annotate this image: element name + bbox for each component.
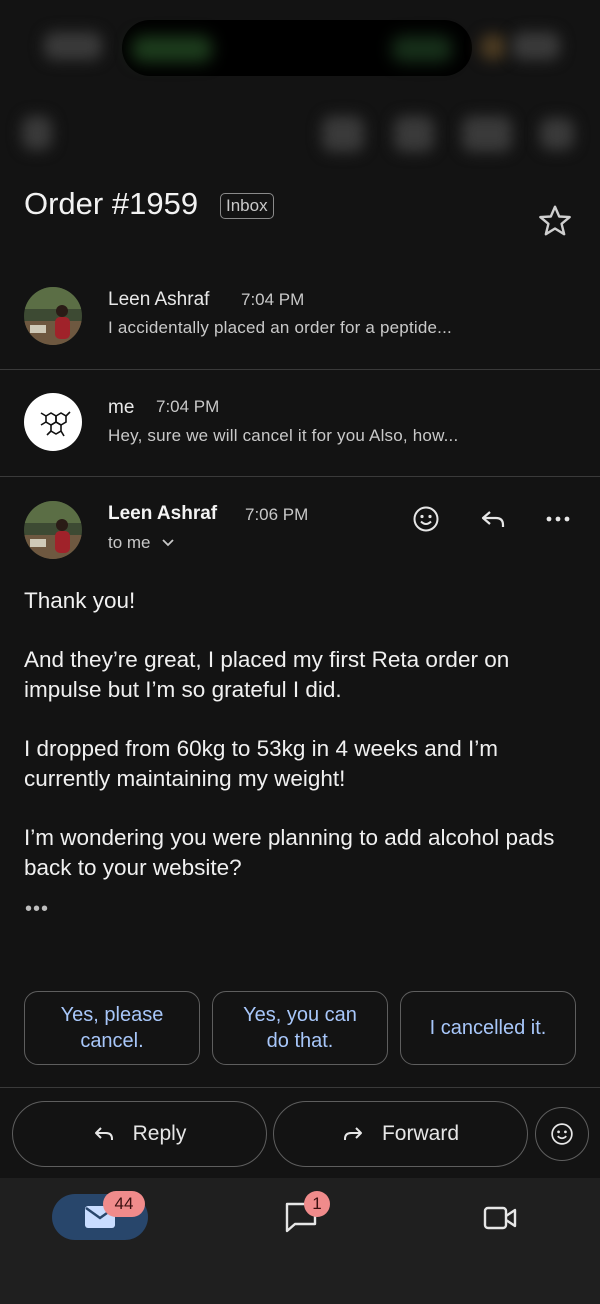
smart-reply-chip[interactable]: I cancelled it. [400, 991, 576, 1065]
reply-icon-button[interactable] [475, 501, 511, 537]
more-horizontal-icon [546, 516, 570, 522]
message-time: 7:04 PM [156, 397, 220, 416]
avatar [24, 501, 82, 559]
body-paragraph: I dropped from 60kg to 53kg in 4 weeks a… [24, 736, 499, 791]
emoji-icon [551, 1123, 573, 1145]
smart-reply-label: Yes, you can do that. [243, 1004, 357, 1052]
archive-icon[interactable] [322, 116, 364, 152]
body-paragraph: And they’re great, I placed my first Ret… [24, 647, 510, 702]
more-options-button[interactable] [540, 501, 576, 537]
reply-icon [94, 1127, 113, 1140]
avatar [24, 287, 82, 345]
star-icon[interactable] [537, 203, 573, 239]
add-reaction-button[interactable] [408, 501, 444, 537]
react-button[interactable] [535, 1107, 589, 1161]
forward-label: Forward [381, 1122, 460, 1145]
body-paragraph: I’m wondering you were planning to add a… [24, 825, 555, 880]
molecule-logo-icon [40, 411, 71, 437]
nav-meet-tab[interactable] [480, 1198, 520, 1238]
reply-label: Reply [132, 1122, 187, 1145]
divider [0, 369, 600, 370]
reply-icon [481, 511, 505, 527]
show-trimmed-content-button[interactable]: ••• [25, 898, 49, 921]
body-paragraph: Thank you! [24, 588, 136, 613]
forward-icon [343, 1127, 362, 1140]
video-camera-icon [483, 1206, 517, 1230]
message-snippet: Hey, sure we will cancel it for you Also… [108, 426, 459, 445]
message-body: Thank you! And they’re great, I placed m… [24, 586, 584, 912]
divider [0, 1087, 600, 1088]
message-time: 7:06 PM [245, 505, 309, 524]
thread-subject: Order #1959 [24, 186, 199, 221]
back-button[interactable] [22, 116, 52, 150]
smart-reply-label: Yes, please cancel. [60, 1004, 164, 1052]
recipient-details-toggle[interactable]: to me [108, 533, 175, 553]
smart-reply-chip[interactable]: Yes, please cancel. [24, 991, 200, 1065]
message-snippet: I accidentally placed an order for a pep… [108, 318, 452, 337]
message-time: 7:04 PM [241, 290, 305, 309]
chat-count-badge: 1 [304, 1191, 330, 1217]
chevron-down-icon [161, 539, 174, 547]
sender-name: Leen Ashraf [108, 289, 210, 310]
smart-reply-chip[interactable]: Yes, you can do that. [212, 991, 388, 1065]
avatar [24, 393, 82, 451]
more-options-icon[interactable] [540, 118, 574, 150]
reply-button[interactable]: Reply [12, 1101, 267, 1167]
recipient-label: to me [108, 533, 151, 552]
dynamic-island [122, 20, 472, 76]
sender-name: me [108, 397, 135, 418]
inbox-label-chip[interactable]: Inbox [220, 193, 274, 219]
mail-count-badge: 44 [103, 1191, 145, 1217]
sender-name: Leen Ashraf [108, 503, 218, 524]
forward-button[interactable]: Forward [273, 1101, 528, 1167]
mark-unread-icon[interactable] [462, 116, 512, 152]
delete-icon[interactable] [394, 116, 434, 152]
divider [0, 476, 600, 477]
emoji-icon [413, 506, 439, 532]
smart-reply-label: I cancelled it. [429, 1017, 547, 1039]
